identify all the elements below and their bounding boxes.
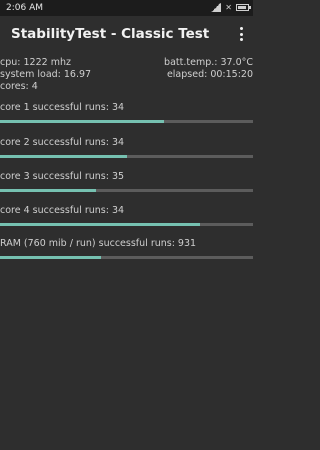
core-2-label: core 2 successful runs: 34 <box>0 137 125 148</box>
overflow-menu-icon[interactable] <box>239 27 243 41</box>
core-2-progress-track <box>0 155 253 158</box>
core-4-label: core 4 successful runs: 34 <box>0 205 125 216</box>
signal-icon <box>211 3 222 12</box>
cpu-frequency: cpu: 1222 mhz <box>0 57 71 68</box>
core-2-progress: core 2 successful runs: 34 <box>0 137 253 158</box>
battery-icon <box>236 4 251 11</box>
ram-progress-fill <box>0 256 102 259</box>
ram-progress-track <box>0 256 253 259</box>
no-sim-icon: ✕ <box>225 3 232 12</box>
core-1-progress: core 1 successful runs: 34 <box>0 102 253 123</box>
core-3-label: core 3 successful runs: 35 <box>0 171 125 182</box>
core-4-progress-fill <box>0 223 200 226</box>
core-3-progress-fill <box>0 189 97 192</box>
core-1-label: core 1 successful runs: 34 <box>0 102 125 113</box>
core-4-progress-track <box>0 223 253 226</box>
elapsed-time: elapsed: 00:15:20 <box>166 69 253 80</box>
core-count: cores: 4 <box>0 81 38 92</box>
core-2-progress-fill <box>0 155 127 158</box>
core-1-progress-fill <box>0 120 165 123</box>
ram-progress: RAM (760 mib / run) successful runs: 931 <box>0 238 253 259</box>
status-bar: 2:06 AM ✕ <box>0 0 253 16</box>
core-4-progress: core 4 successful runs: 34 <box>0 205 253 226</box>
battery-temperature: batt.temp.: 37.0°C <box>164 57 253 68</box>
ram-label: RAM (760 mib / run) successful runs: 931 <box>0 238 197 249</box>
system-load: system load: 16.97 <box>0 69 92 80</box>
stats-panel: cpu: 1222 mhz batt.temp.: 37.0°C system … <box>0 57 253 93</box>
core-1-progress-track <box>0 120 253 123</box>
app-title: StabilityTest - Classic Test <box>11 26 210 42</box>
app-bar: StabilityTest - Classic Test <box>0 16 253 52</box>
status-icons: ✕ <box>211 3 251 12</box>
status-time: 2:06 AM <box>6 3 43 13</box>
core-3-progress-track <box>0 189 253 192</box>
core-3-progress: core 3 successful runs: 35 <box>0 171 253 192</box>
